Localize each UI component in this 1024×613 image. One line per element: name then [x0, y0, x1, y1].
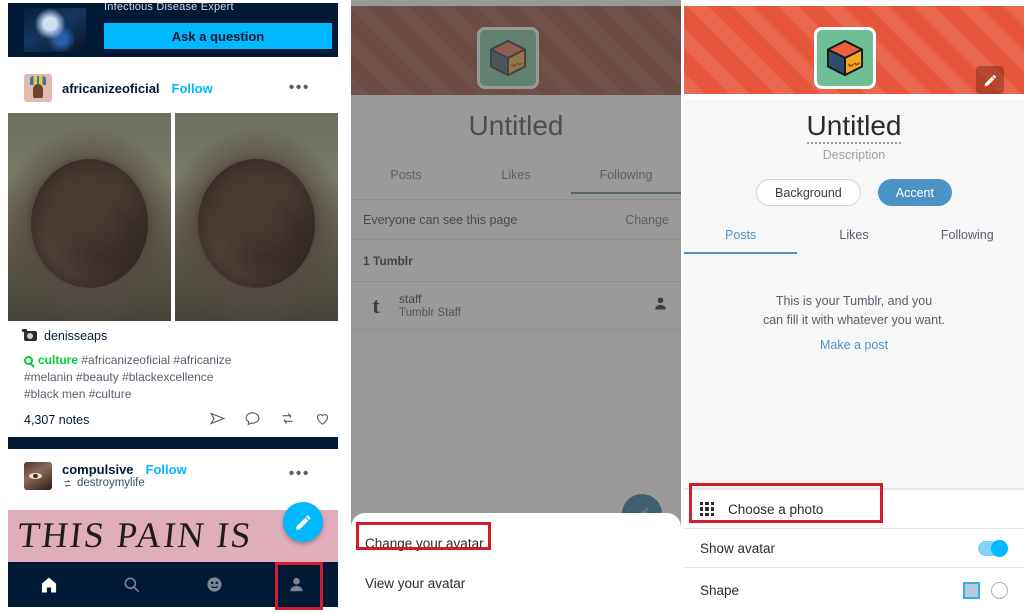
shape-picker — [963, 582, 1008, 599]
avatar-options-sheet: Change your avatar View your avatar — [351, 513, 681, 613]
blog-description-field[interactable]: Description — [684, 148, 1024, 162]
bottom-tab-bar — [8, 562, 338, 607]
share-icon[interactable] — [209, 410, 226, 427]
grid-icon — [700, 502, 714, 516]
avatar[interactable] — [24, 74, 52, 102]
blog-title-field[interactable]: Untitled — [684, 110, 1024, 144]
option-choose-a-photo[interactable]: Choose a photo — [684, 489, 1024, 528]
search-icon — [24, 356, 33, 365]
option-show-avatar[interactable]: Show avatar — [684, 528, 1024, 567]
reply-icon[interactable] — [244, 410, 261, 427]
like-heart-icon[interactable] — [314, 410, 331, 427]
edit-banner-button[interactable] — [976, 66, 1004, 94]
show-avatar-label: Show avatar — [700, 540, 776, 556]
tab-activity[interactable] — [173, 562, 256, 607]
tab-likes[interactable]: Likes — [797, 228, 910, 254]
cube-avatar[interactable] — [814, 27, 876, 89]
post-divider — [8, 437, 338, 449]
tab-search[interactable] — [91, 562, 174, 607]
tags-line-1[interactable]: #africanizeoficial #africanize — [81, 353, 231, 367]
reblog-source[interactable]: destroymylife — [62, 477, 187, 489]
color-pill-group: Background Accent — [684, 179, 1024, 206]
choose-a-photo-label: Choose a photo — [728, 501, 824, 517]
post-header-2: compulsive Follow destroymylife ••• — [24, 462, 324, 490]
post-photoset[interactable] — [8, 113, 338, 321]
screenshot-stage: Infectious Disease Expert Ask a question… — [0, 0, 1024, 613]
shape-label: Shape — [700, 583, 740, 598]
empty-line-2: can fill it with whatever you want. — [762, 313, 946, 327]
avatar[interactable] — [24, 462, 52, 490]
post-image-text: THIS PAIN IS — [15, 515, 255, 555]
promo-thumbnail — [24, 8, 86, 52]
post-username[interactable]: africanizeoficial — [62, 81, 160, 96]
follow-button[interactable]: Follow — [146, 462, 187, 477]
shape-circle-option[interactable] — [991, 582, 1008, 599]
ask-a-question-button[interactable]: Ask a question — [104, 23, 332, 49]
show-avatar-toggle[interactable] — [978, 539, 1008, 557]
tab-following[interactable]: Following — [911, 228, 1024, 254]
post-tags: culture #africanizeoficial #africanize #… — [24, 352, 324, 403]
reblog-icon[interactable] — [279, 410, 296, 427]
option-shape[interactable]: Shape — [684, 567, 1024, 613]
follow-button[interactable]: Follow — [172, 81, 213, 96]
blog-title-text: Untitled — [806, 110, 902, 144]
sheet-item-change-avatar[interactable]: Change your avatar — [351, 523, 681, 563]
tags-line-3[interactable]: #black men #culture — [24, 387, 131, 401]
post-photo-right[interactable] — [175, 113, 338, 321]
panel-tumblr-feed: Infectious Disease Expert Ask a question… — [0, 0, 345, 613]
post-photo-left[interactable] — [8, 113, 171, 321]
make-a-post-link[interactable]: Make a post — [684, 338, 1024, 352]
panel-blog-following: Untitled Posts Likes Following Everyone … — [351, 0, 681, 613]
tab-home[interactable] — [8, 562, 91, 607]
post-more-button[interactable]: ••• — [289, 466, 310, 482]
accent-color-button[interactable]: Accent — [877, 179, 952, 206]
blog-tabs: Posts Likes Following — [684, 228, 1024, 254]
tags-line-2[interactable]: #melanin #beauty #blackexcellence — [24, 370, 213, 384]
post-source-blog[interactable]: denisseaps — [22, 329, 108, 343]
post-action-row — [209, 410, 331, 427]
tab-account[interactable] — [256, 562, 339, 607]
panel-blog-customize: Untitled Description Background Accent P… — [684, 0, 1024, 613]
post-header-1: africanizeoficial Follow ••• — [24, 74, 324, 102]
empty-state-message: This is your Tumblr, and you can fill it… — [684, 292, 1024, 330]
camera-icon — [22, 329, 37, 341]
sheet-item-view-avatar[interactable]: View your avatar — [351, 563, 681, 603]
tab-posts[interactable]: Posts — [684, 228, 798, 254]
notes-count[interactable]: 4,307 notes — [24, 413, 89, 427]
source-blog-label: denisseaps — [44, 329, 108, 343]
post-username[interactable]: compulsive — [62, 462, 134, 477]
feed-scroll-area: Infectious Disease Expert Ask a question… — [0, 0, 345, 613]
promo-card[interactable]: Infectious Disease Expert Ask a question — [8, 3, 338, 57]
promo-title: Infectious Disease Expert — [104, 3, 234, 13]
background-color-button[interactable]: Background — [756, 179, 861, 206]
compose-fab-button[interactable] — [283, 502, 323, 542]
tag-search-term[interactable]: culture — [38, 353, 78, 367]
post-more-button[interactable]: ••• — [289, 80, 310, 96]
shape-square-option[interactable] — [963, 582, 980, 599]
empty-line-1: This is your Tumblr, and you — [775, 294, 933, 308]
reblog-source-label: destroymylife — [77, 477, 145, 489]
